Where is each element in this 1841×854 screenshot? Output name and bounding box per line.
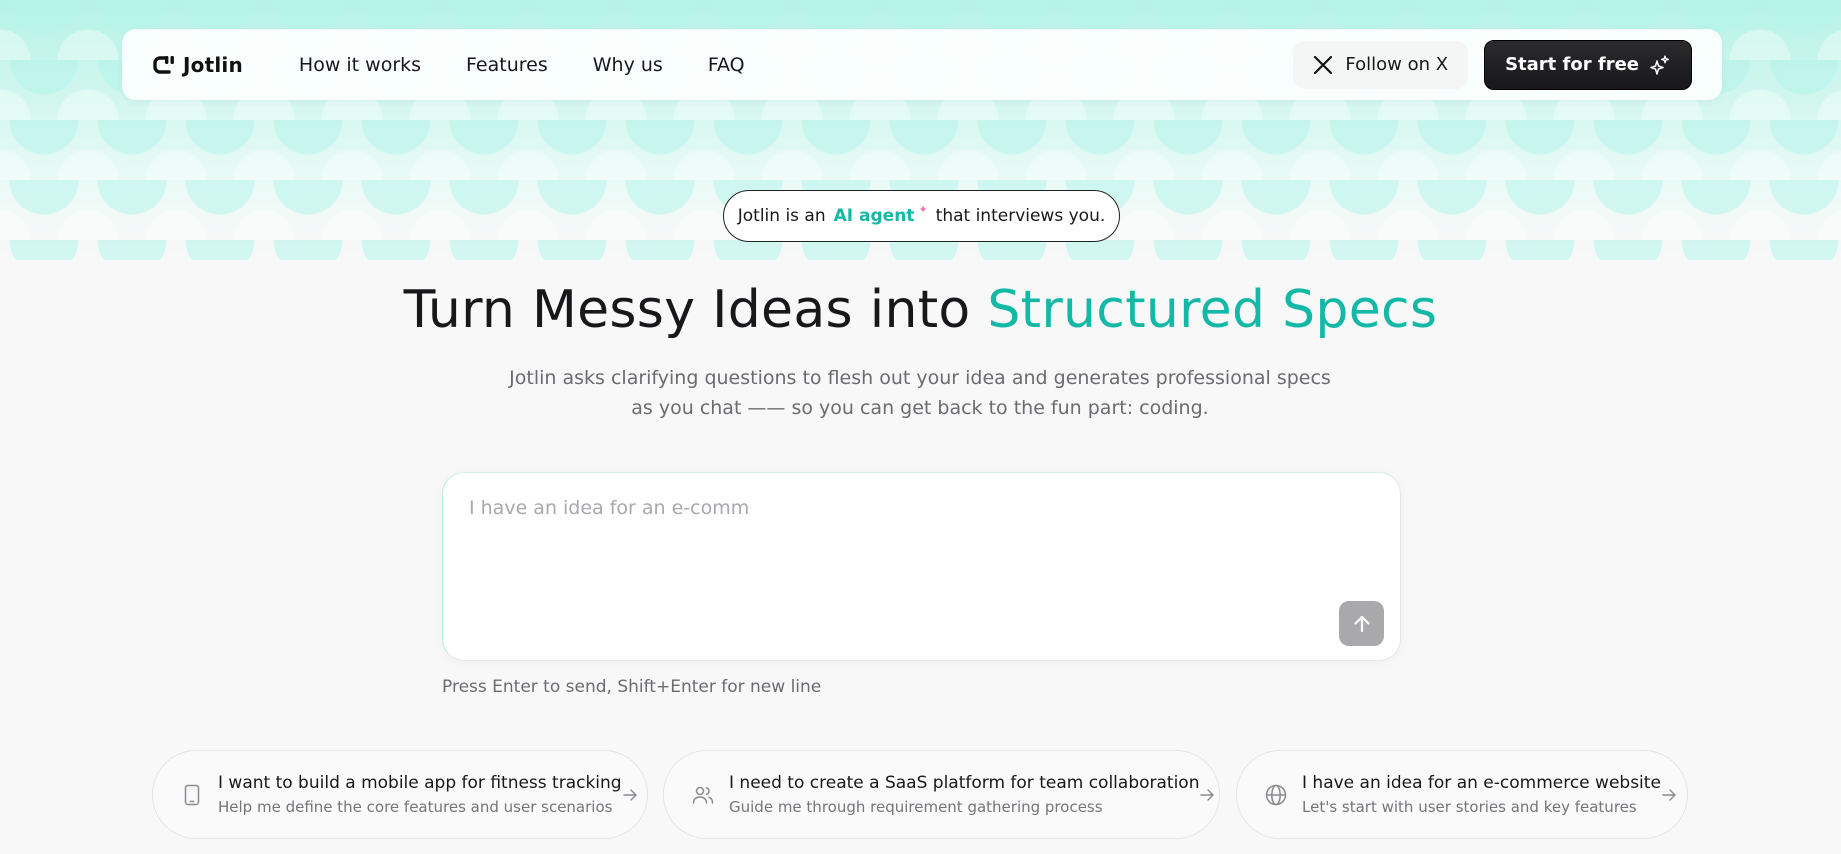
pill-highlight: AI agent: [833, 206, 915, 226]
suggestion-title: I have an idea for an e-commerce website: [1302, 773, 1661, 793]
x-logo-icon: [1314, 55, 1333, 74]
nav-link-faq[interactable]: FAQ: [708, 54, 745, 76]
ai-agent-pill: Jotlin is an AI agent ✦ that interviews …: [723, 190, 1120, 242]
logo-text: Jotlin: [183, 52, 243, 77]
pill-suffix: that interviews you.: [935, 206, 1106, 226]
start-label: Start for free: [1505, 54, 1639, 75]
idea-input[interactable]: [469, 497, 1349, 617]
suggestion-text: I have an idea for an e-commerce website…: [1302, 773, 1661, 816]
arrow-right-icon: [622, 788, 637, 801]
follow-label: Follow on X: [1345, 54, 1449, 75]
arrow-up-icon: [1353, 615, 1370, 632]
logo[interactable]: Jotlin: [153, 53, 243, 77]
users-icon: [692, 786, 714, 804]
send-button[interactable]: [1339, 601, 1384, 646]
start-for-free-button[interactable]: Start for free: [1484, 39, 1692, 90]
input-hint: Press Enter to send, Shift+Enter for new…: [442, 677, 822, 697]
top-navbar: Jotlin How it works Features Why us FAQ …: [122, 29, 1722, 100]
hero-subtitle: Jotlin asks clarifying questions to fles…: [509, 367, 1331, 419]
arrow-right-icon: [1662, 788, 1676, 801]
suggestion-subtitle: Help me define the core features and use…: [218, 798, 613, 816]
arrow-right-icon: [1200, 788, 1215, 801]
globe-icon: [1265, 784, 1287, 805]
idea-prompt-box: [442, 472, 1401, 661]
nav-actions: Follow on X Start for free: [1293, 39, 1692, 90]
sparkle-icon: [1650, 54, 1670, 75]
suggestion-text: I need to create a SaaS platform for tea…: [729, 773, 1199, 816]
nav-link-how-it-works[interactable]: How it works: [299, 54, 421, 76]
jotlin-logo-icon: [153, 55, 174, 74]
headline-main: Turn Messy Ideas into: [403, 280, 971, 340]
smartphone-icon: [184, 784, 200, 805]
suggestion-text: I want to build a mobile app for fitness…: [218, 773, 622, 816]
sparkle-star-icon: ✦: [918, 202, 928, 216]
nav-link-features[interactable]: Features: [466, 54, 548, 76]
headline-accent: Structured Specs: [987, 280, 1438, 340]
follow-on-x-button[interactable]: Follow on X: [1293, 40, 1469, 89]
page-title: Turn Messy Ideas into Structured Specs: [0, 280, 1841, 340]
suggestion-title: I need to create a SaaS platform for tea…: [729, 773, 1200, 793]
suggestion-title: I want to build a mobile app for fitness…: [218, 773, 622, 793]
nav-link-why-us[interactable]: Why us: [593, 54, 663, 76]
suggestion-subtitle: Guide me through requirement gathering p…: [729, 798, 1103, 816]
pill-prefix: Jotlin is an: [737, 206, 826, 226]
suggestion-saas-platform[interactable]: I need to create a SaaS platform for tea…: [663, 750, 1220, 839]
suggestion-fitness-app[interactable]: I want to build a mobile app for fitness…: [152, 750, 648, 839]
suggestion-subtitle: Let's start with user stories and key fe…: [1302, 798, 1637, 816]
suggestion-ecommerce-website[interactable]: I have an idea for an e-commerce website…: [1236, 750, 1688, 839]
nav-links: How it works Features Why us FAQ: [299, 54, 790, 76]
